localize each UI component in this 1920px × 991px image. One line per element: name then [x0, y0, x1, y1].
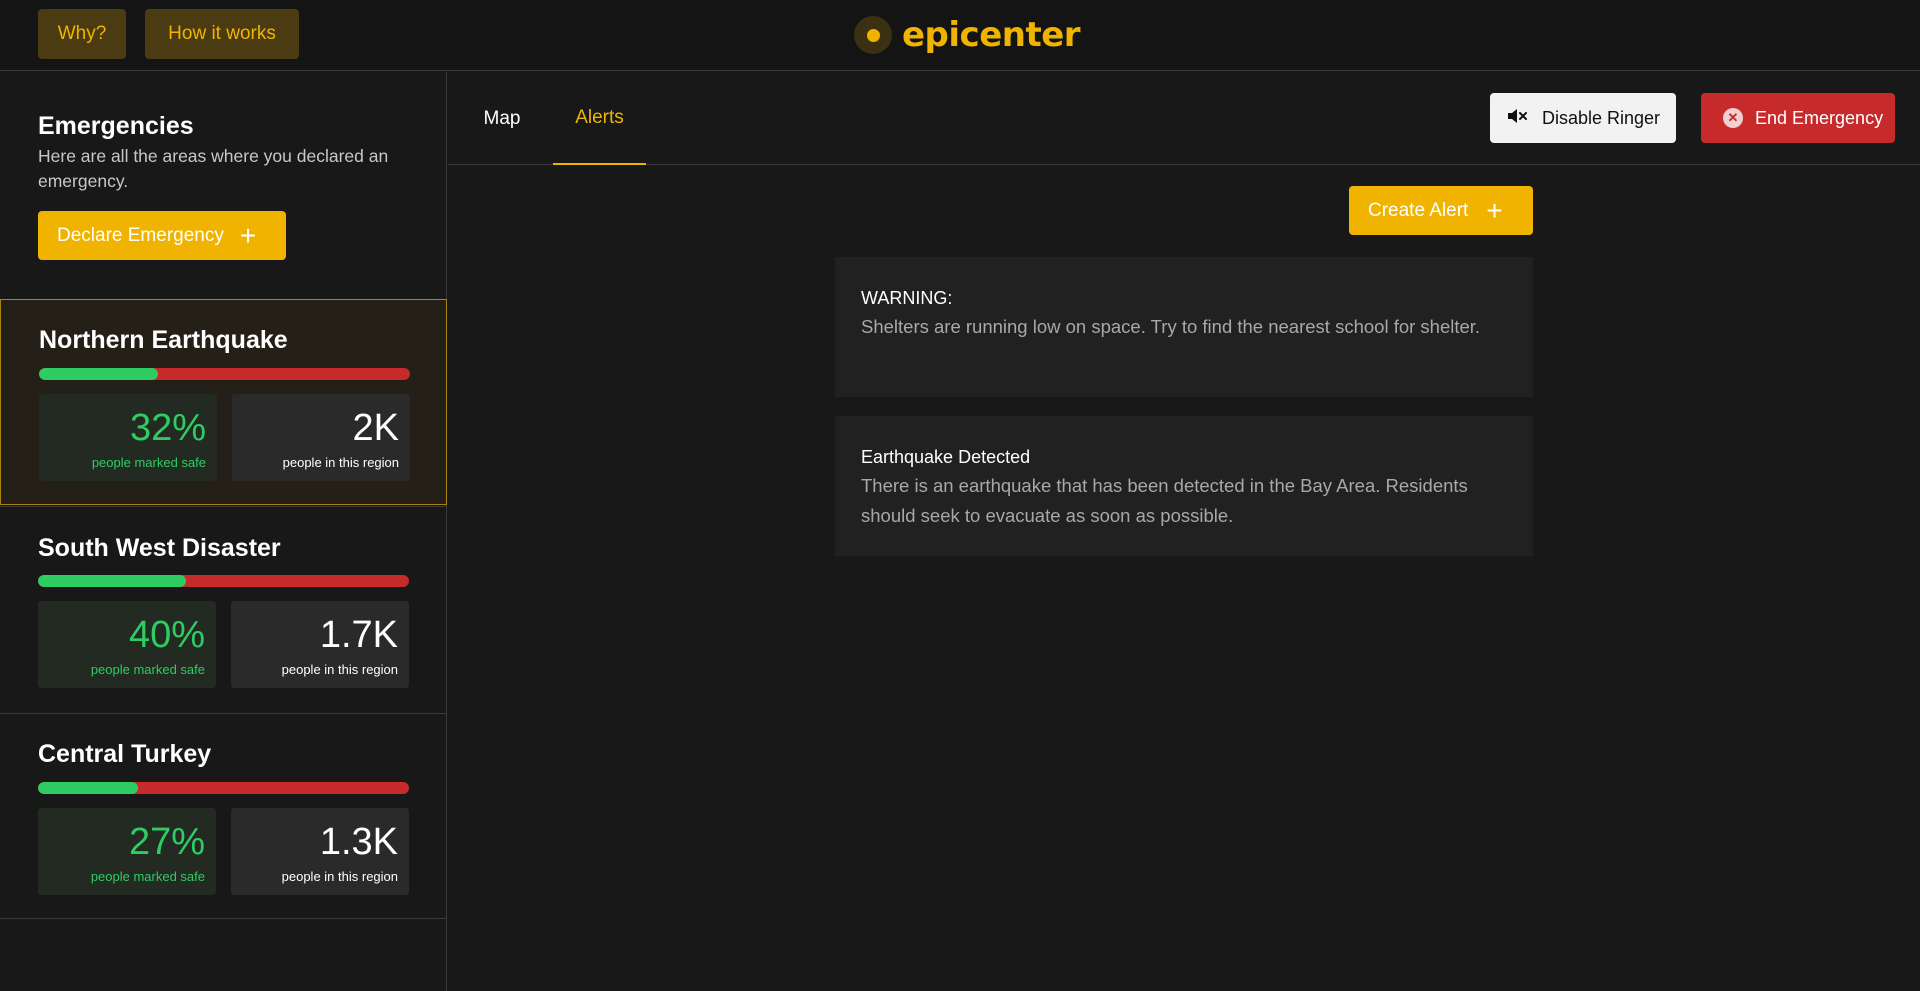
- alert-card: WARNING: Shelters are running low on spa…: [835, 257, 1533, 397]
- region-count: 2K: [352, 407, 399, 449]
- disable-ringer-button[interactable]: Disable Ringer: [1490, 93, 1676, 143]
- sidebar-title: Emergencies: [38, 112, 194, 140]
- emergency-name: Central Turkey: [38, 740, 212, 768]
- view-tabs: Map Alerts: [448, 72, 1920, 165]
- region-stat: 1.7K people in this region: [231, 601, 409, 688]
- safe-label: people marked safe: [91, 455, 206, 470]
- top-header: Why? How it works epicenter: [0, 0, 1920, 71]
- region-label: people in this region: [282, 455, 399, 470]
- emergency-name: South West Disaster: [38, 534, 281, 562]
- region-stat: 1.3K people in this region: [231, 808, 409, 895]
- safety-progress-bar: [38, 575, 409, 587]
- safe-stat: 40% people marked safe: [38, 601, 216, 688]
- region-label: people in this region: [281, 662, 398, 677]
- safe-stat: 32% people marked safe: [39, 394, 217, 481]
- safety-progress-fill: [39, 368, 158, 380]
- sidebar-header: Emergencies Here are all the areas where…: [38, 112, 418, 194]
- safe-percent: 27%: [128, 821, 205, 863]
- region-label: people in this region: [281, 869, 398, 884]
- safe-label: people marked safe: [90, 662, 205, 677]
- safety-progress-fill: [38, 575, 187, 587]
- region-count: 1.3K: [319, 821, 398, 863]
- region-stat: 2K people in this region: [232, 394, 410, 481]
- epicenter-logo-icon: [854, 16, 892, 54]
- disable-ringer-label: Disable Ringer: [1542, 107, 1661, 128]
- tab-alerts[interactable]: Alerts: [553, 72, 646, 165]
- declare-emergency-label: Declare Emergency: [57, 224, 224, 246]
- speaker-muted-icon: [1506, 107, 1528, 130]
- end-emergency-label: End Emergency: [1755, 107, 1884, 128]
- alert-card: Earthquake Detected There is an earthqua…: [835, 416, 1533, 556]
- plus-icon: +: [1486, 194, 1503, 226]
- safety-progress-bar: [39, 368, 410, 380]
- tab-map[interactable]: Map: [468, 72, 536, 165]
- safety-progress-bar: [38, 782, 409, 794]
- alert-body: Shelters are running low on space. Try t…: [861, 316, 1481, 337]
- close-circle-icon: ✕: [1723, 108, 1743, 128]
- emergency-item-northern-earthquake[interactable]: Northern Earthquake 32% people marked sa…: [0, 299, 447, 505]
- alert-title: WARNING:: [861, 288, 953, 308]
- create-alert-label: Create Alert: [1368, 199, 1469, 221]
- logo-text: epicenter: [902, 15, 1081, 55]
- safety-progress-fill: [38, 782, 139, 794]
- nav-how-it-works-button[interactable]: How it works: [145, 9, 299, 59]
- emergency-name: Northern Earthquake: [39, 326, 288, 354]
- sidebar-description: Here are all the areas where you declare…: [38, 146, 389, 191]
- safe-percent: 40%: [128, 614, 205, 656]
- end-emergency-button[interactable]: ✕ End Emergency: [1701, 93, 1895, 143]
- logo[interactable]: epicenter: [854, 10, 1081, 60]
- safe-label: people marked safe: [90, 869, 205, 884]
- emergency-item-central-turkey[interactable]: Central Turkey 27% people marked safe 1.…: [0, 713, 447, 919]
- safe-percent: 32%: [129, 407, 206, 449]
- create-alert-button[interactable]: Create Alert +: [1349, 186, 1533, 235]
- emergency-item-south-west-disaster[interactable]: South West Disaster 40% people marked sa…: [0, 506, 447, 712]
- declare-emergency-button[interactable]: Declare Emergency +: [38, 211, 286, 260]
- alert-body: There is an earthquake that has been det…: [861, 475, 1468, 526]
- nav-why-button[interactable]: Why?: [38, 9, 126, 59]
- alert-title: Earthquake Detected: [861, 447, 1031, 467]
- emergencies-sidebar: Emergencies Here are all the areas where…: [0, 72, 447, 991]
- plus-icon: +: [239, 219, 257, 251]
- region-count: 1.7K: [319, 614, 398, 656]
- safe-stat: 27% people marked safe: [38, 808, 216, 895]
